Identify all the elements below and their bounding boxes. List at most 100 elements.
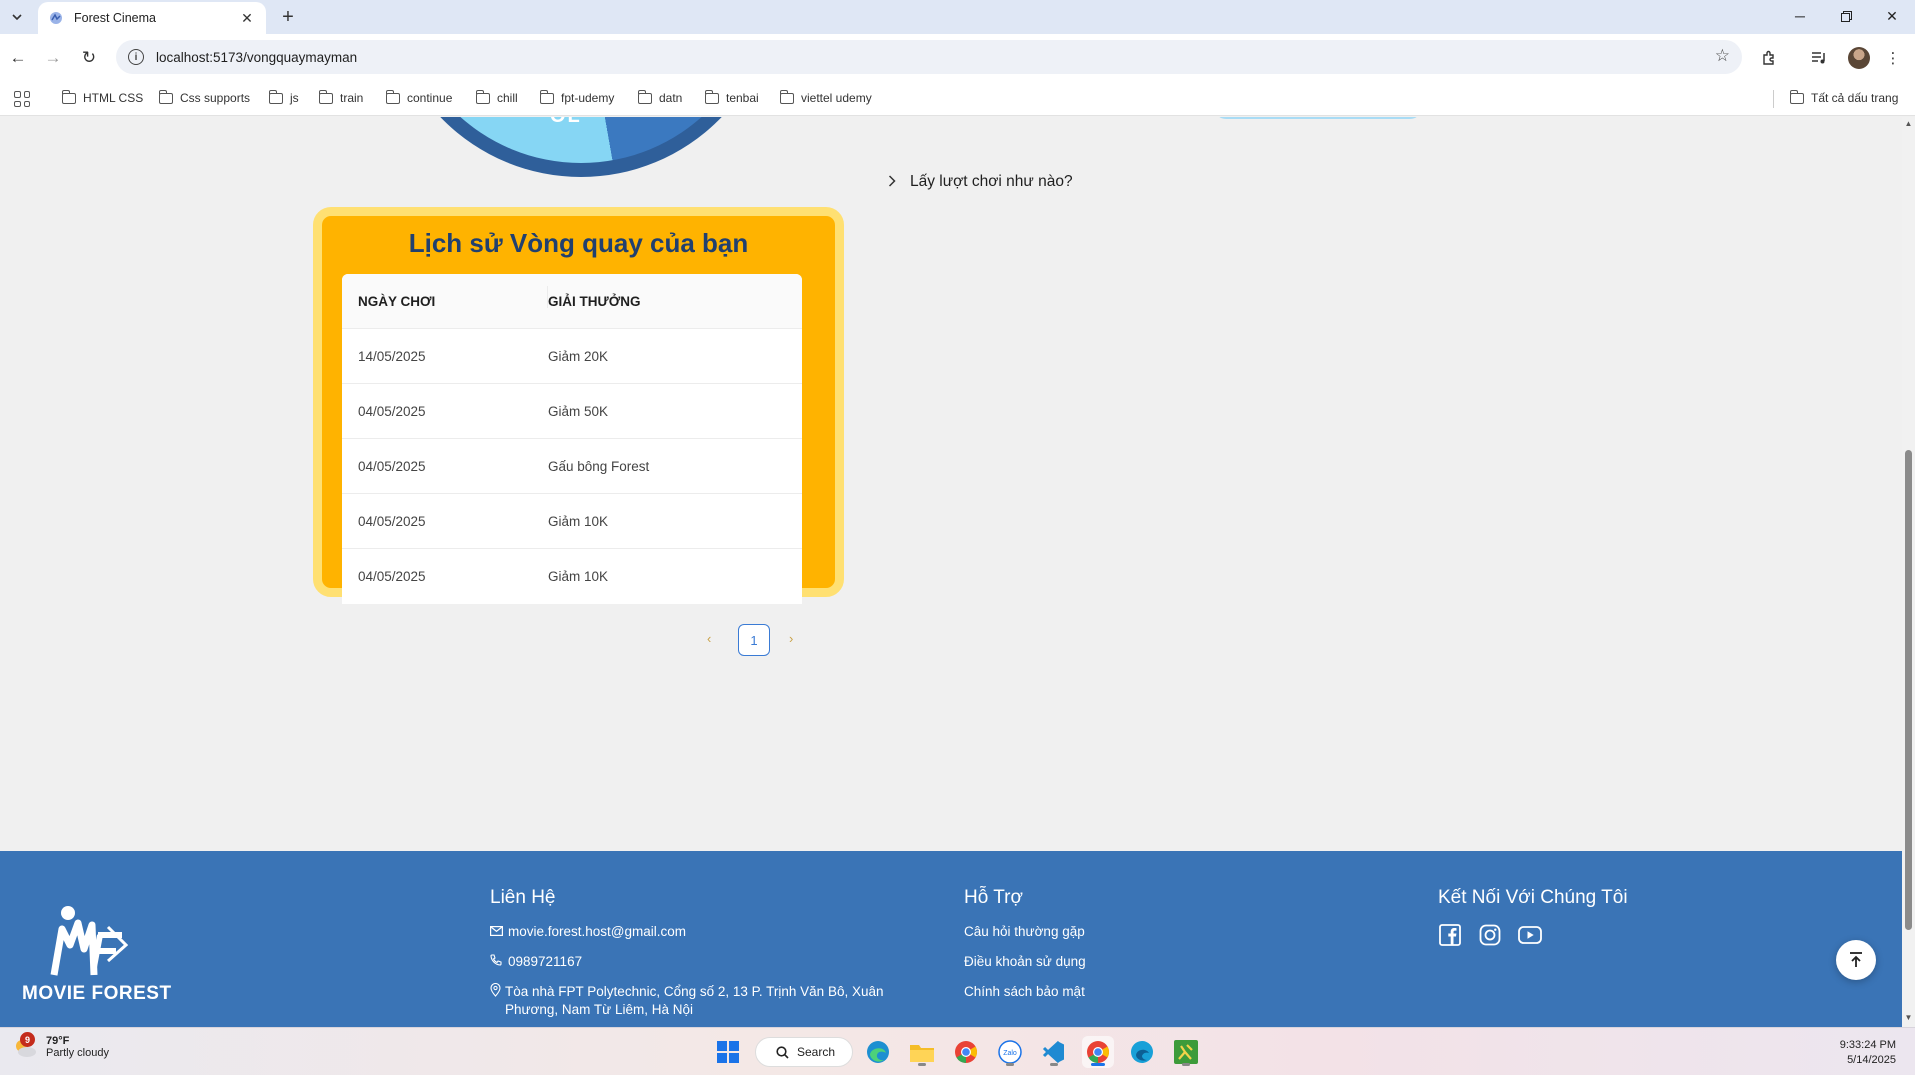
tab-search-dropdown-icon[interactable] [6, 6, 28, 28]
spin-history-title: Lịch sử Vòng quay của bạn [408, 228, 749, 258]
scroll-to-top-button[interactable] [1836, 940, 1876, 980]
footer-contact-title: Liên Hệ [490, 887, 556, 908]
table-row: 04/05/2025 Giảm 10K [342, 549, 802, 604]
search-icon [776, 1045, 789, 1059]
bookmark-folder[interactable]: continue [385, 89, 452, 105]
media-controls-icon[interactable] [1808, 47, 1830, 69]
spin-history-card: Lịch sử Vòng quay của bạn NGÀY CHƠI GIẢI… [313, 207, 844, 604]
chrome-active-icon[interactable] [1082, 1036, 1114, 1068]
browser-tab-forest-cinema[interactable]: Forest Cinema ✕ [38, 2, 266, 34]
svg-text:Zalo: Zalo [1003, 1050, 1017, 1057]
folder-icon [158, 89, 173, 104]
bookmarks-separator [1773, 90, 1774, 108]
column-header-prize: GIẢI THƯỞNG [548, 293, 641, 309]
pagination-prev-button[interactable]: ‹ [707, 631, 711, 646]
page-scrollbar[interactable]: ▲ ▼ [1902, 117, 1915, 1027]
apps-grid-icon[interactable] [14, 91, 30, 107]
sheets-app-icon[interactable] [1170, 1036, 1202, 1068]
wheel-segment-label: OL [550, 117, 582, 128]
tab-close-icon[interactable]: ✕ [238, 9, 256, 27]
scroll-down-arrow-icon[interactable]: ▼ [1904, 1013, 1913, 1022]
file-explorer-icon[interactable] [906, 1036, 938, 1068]
extensions-puzzle-icon[interactable] [1758, 47, 1780, 69]
bookmark-folder[interactable]: datn [637, 89, 682, 105]
cell-prize: Giảm 10K [548, 513, 609, 529]
bookmark-folder[interactable]: HTML CSS [61, 89, 143, 105]
footer-support-column: Hỗ Trợ Câu hỏi thường gặp Điều khoản sử … [964, 887, 1264, 1013]
table-row: 14/05/2025 Giảm 20K [342, 329, 802, 384]
youtube-icon[interactable] [1518, 923, 1542, 947]
cell-date: 04/05/2025 [358, 513, 426, 529]
cell-prize: Giảm 50K [548, 403, 609, 419]
taskbar-search[interactable]: Search [755, 1037, 853, 1067]
edge-browser-icon[interactable] [862, 1036, 894, 1068]
zalo-icon[interactable]: Zalo [994, 1036, 1026, 1068]
page-viewport: OL Lấy lượt chơi như nào? Lịch sử Vòng q… [0, 117, 1902, 1027]
cell-date: 04/05/2025 [358, 403, 426, 419]
address-bar[interactable]: i localhost:5173/vongquaymayman ☆ [116, 40, 1742, 74]
partly-cloudy-icon: 9 [12, 1032, 38, 1060]
facebook-icon[interactable] [1438, 923, 1462, 947]
footer-contact-column: Liên Hệ movie.forest.host@gmail.com 0989… [490, 887, 910, 1027]
bookmark-folder[interactable]: viettel udemy [779, 89, 872, 105]
footer-link-faq[interactable]: Câu hỏi thường gặp [964, 923, 1264, 941]
table-row: 04/05/2025 Giảm 50K [342, 384, 802, 439]
bookmark-folder[interactable]: train [318, 89, 363, 105]
folder-icon [268, 89, 283, 104]
folder-icon [61, 89, 76, 104]
footer-connect-column: Kết Nối Với Chúng Tôi [1438, 887, 1738, 947]
vscode-icon[interactable] [1038, 1036, 1070, 1068]
bookmarks-bar: HTML CSS Css supports js train continue … [0, 82, 1915, 116]
site-footer: MOVIE FOREST Liên Hệ movie.forest.host@g… [0, 851, 1902, 1027]
chrome-icon[interactable] [950, 1036, 982, 1068]
cell-prize: Giảm 20K [548, 348, 609, 364]
weather-alert-badge: 9 [20, 1032, 35, 1047]
footer-email[interactable]: movie.forest.host@gmail.com [490, 923, 910, 941]
windows-start-icon[interactable] [712, 1036, 744, 1068]
reload-icon[interactable]: ↻ [76, 45, 102, 71]
bookmark-folder[interactable]: fpt-udemy [539, 89, 614, 105]
close-window-icon[interactable]: ✕ [1869, 0, 1915, 32]
footer-address: Tòa nhà FPT Polytechnic, Cổng số 2, 13 P… [490, 982, 910, 1019]
instagram-icon[interactable] [1478, 923, 1502, 947]
footer-link-terms[interactable]: Điều khoản sử dụng [964, 953, 1264, 971]
back-arrow-icon[interactable]: ← [5, 45, 31, 71]
bookmark-folder[interactable]: js [268, 89, 299, 105]
pagination-next-button[interactable]: › [789, 631, 793, 646]
running-indicator [1006, 1063, 1014, 1066]
bookmark-star-icon[interactable]: ☆ [1715, 46, 1730, 66]
edge-dev-icon[interactable] [1126, 1036, 1158, 1068]
pagination-page-1[interactable]: 1 [738, 624, 770, 656]
clock-time: 9:33:24 PM [1839, 1039, 1896, 1051]
footer-connect-title: Kết Nối Với Chúng Tôi [1438, 887, 1628, 908]
scrollbar-thumb[interactable] [1905, 450, 1912, 930]
restore-icon[interactable] [1823, 0, 1869, 32]
cell-date: 04/05/2025 [358, 569, 426, 584]
footer-phone[interactable]: 0989721167 [490, 953, 910, 971]
all-bookmarks-folder[interactable]: Tất cả dấu trang [1789, 89, 1898, 105]
bookmark-folder[interactable]: tenbai [704, 89, 759, 105]
movie-forest-logo[interactable]: MOVIE FOREST [22, 905, 172, 1005]
windows-taskbar: 9 79°F Partly cloudy Search Zalo 9:33:24… [0, 1027, 1915, 1075]
cell-date: 14/05/2025 [358, 348, 426, 364]
cell-date: 04/05/2025 [358, 458, 426, 474]
footer-link-privacy[interactable]: Chính sách bảo mật [964, 983, 1264, 1001]
site-info-icon[interactable]: i [128, 49, 144, 65]
taskbar-clock[interactable]: 9:33:24 PM 5/14/2025 [1826, 1038, 1896, 1068]
bookmark-folder[interactable]: Css supports [158, 89, 250, 105]
forward-arrow-icon[interactable]: → [40, 45, 66, 71]
folder-icon [637, 89, 652, 104]
running-indicator [1050, 1063, 1058, 1066]
folder-icon [475, 89, 490, 104]
scroll-up-arrow-icon[interactable]: ▲ [1904, 119, 1913, 128]
new-tab-button[interactable]: + [276, 5, 300, 29]
social-links [1438, 923, 1738, 947]
folder-icon [385, 89, 400, 104]
browser-menu-icon[interactable]: ⋮ [1882, 47, 1904, 69]
secondary-wheel-button[interactable] [1214, 117, 1422, 119]
profile-avatar[interactable] [1848, 47, 1870, 69]
weather-widget[interactable]: 9 79°F Partly cloudy [12, 1032, 109, 1060]
minimize-icon[interactable]: ─ [1777, 0, 1823, 32]
bookmark-folder[interactable]: chill [475, 89, 518, 105]
how-to-play-accordion[interactable]: Lấy lượt chơi như nào? [888, 173, 1073, 191]
